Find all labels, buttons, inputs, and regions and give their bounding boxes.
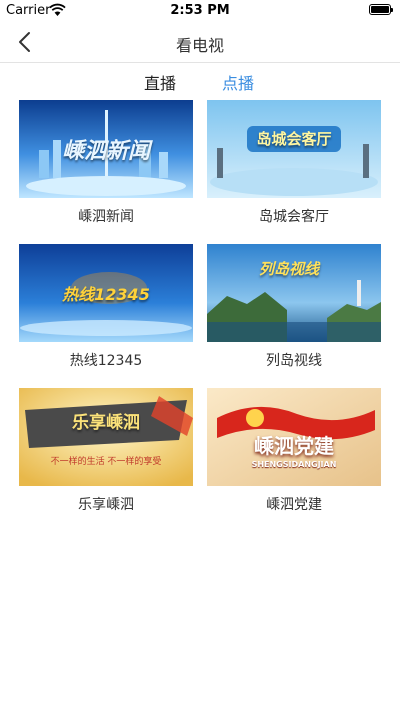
program-thumbnail[interactable]: 岛城会客厅 [207, 100, 381, 198]
tab-live[interactable]: 直播 [144, 70, 176, 94]
program-thumbnail[interactable]: 列岛视线 [207, 244, 381, 342]
program-name: 列岛视线 [266, 353, 322, 369]
program-card[interactable]: 列岛视线 列岛视线 [207, 244, 381, 369]
program-card[interactable]: 热线12345 热线12345 [19, 244, 193, 369]
battery-icon [369, 4, 393, 15]
program-name: 岛城会客厅 [259, 209, 329, 225]
tab-on-demand[interactable]: 点播 [222, 70, 254, 94]
program-name: 嵊泗新闻 [78, 209, 134, 225]
program-thumbnail[interactable]: 嵊泗新闻 [19, 100, 193, 198]
program-card[interactable]: 岛城会客厅 岛城会客厅 [207, 100, 381, 225]
program-name: 乐享嵊泗 [78, 497, 134, 513]
status-time: 2:53 PM [170, 3, 230, 18]
program-thumbnail[interactable]: 热线12345 [19, 244, 193, 342]
status-bar: Carrier 2:53 PM [0, 0, 400, 22]
program-card[interactable]: 嵊泗党建 SHENGSIDANGJIAN 嵊泗党建 [207, 388, 381, 513]
program-thumbnail[interactable]: 嵊泗党建 SHENGSIDANGJIAN [207, 388, 381, 486]
program-thumbnail[interactable]: 乐享嵊泗 不一样的生活 不一样的享受 [19, 388, 193, 486]
program-card[interactable]: 嵊泗新闻 嵊泗新闻 [19, 100, 193, 225]
page-title: 看电视 [175, 36, 224, 55]
tab-bar: 直播 点播 [0, 62, 400, 98]
navigation-bar: 看电视 [0, 22, 400, 63]
program-name: 热线12345 [69, 353, 143, 369]
program-card[interactable]: 乐享嵊泗 不一样的生活 不一样的享受 乐享嵊泗 [19, 388, 193, 513]
program-name: 嵊泗党建 [266, 497, 322, 513]
